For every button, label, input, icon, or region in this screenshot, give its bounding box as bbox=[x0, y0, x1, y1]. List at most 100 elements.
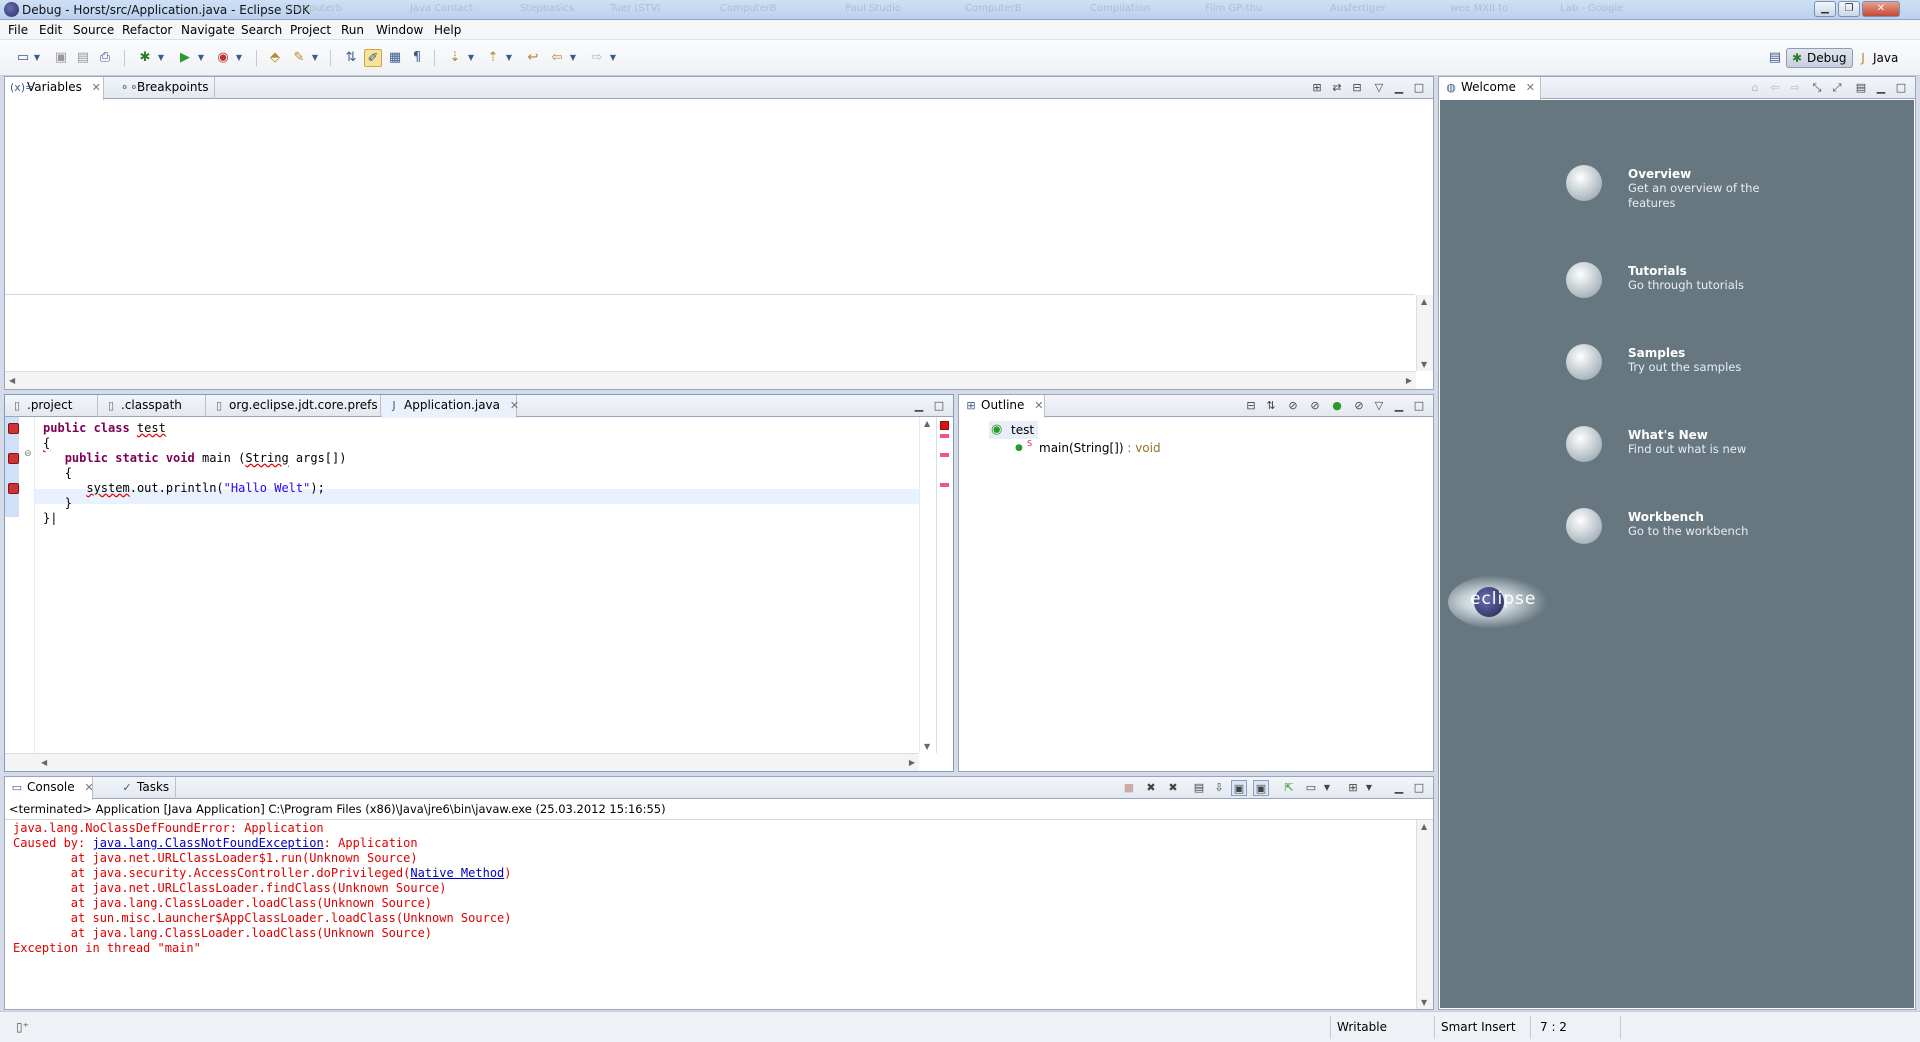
fold-collapse-icon[interactable]: ⊖ bbox=[24, 449, 32, 459]
welcome-overview-link[interactable]: Overview Get an overview of the features bbox=[1628, 167, 1778, 211]
open-perspective-icon[interactable]: ▤ bbox=[1766, 49, 1784, 67]
dropdown-arrow-icon[interactable]: ▼ bbox=[466, 49, 476, 67]
scroll-left-icon[interactable]: ◀ bbox=[41, 758, 47, 767]
minimize-view-icon[interactable]: ▁ bbox=[1391, 398, 1407, 414]
menu-source[interactable]: Source bbox=[73, 23, 114, 37]
run-icon[interactable]: ▶ bbox=[176, 49, 194, 67]
shrink-icon[interactable]: ⤡ bbox=[1809, 80, 1825, 96]
back-icon[interactable]: ⇦ bbox=[548, 49, 566, 67]
globe-icon[interactable] bbox=[1566, 165, 1602, 201]
samples-icon[interactable] bbox=[1566, 344, 1602, 380]
overview-error-mark[interactable] bbox=[940, 453, 949, 457]
menu-project[interactable]: Project bbox=[290, 23, 331, 37]
tab-application-java[interactable]: J Application.java ✕ bbox=[382, 395, 519, 418]
view-menu-icon[interactable]: ▽ bbox=[1371, 80, 1387, 96]
fast-view-icon[interactable]: ▯⁺ bbox=[16, 1020, 29, 1034]
previous-annotation-icon[interactable]: ⇡ bbox=[484, 49, 502, 67]
hide-fields-icon[interactable]: ⊘ bbox=[1285, 398, 1301, 414]
open-console-icon[interactable]: ⊞ bbox=[1345, 780, 1361, 796]
close-tab-icon[interactable]: ✕ bbox=[510, 399, 519, 412]
maximize-view-icon[interactable]: □ bbox=[1411, 780, 1427, 796]
minimize-view-icon[interactable]: ▁ bbox=[911, 398, 927, 414]
workbench-icon[interactable] bbox=[1566, 508, 1602, 544]
dropdown-arrow-icon[interactable]: ▼ bbox=[310, 49, 320, 67]
scroll-up-icon[interactable]: ▲ bbox=[1421, 297, 1427, 306]
perspective-debug[interactable]: ✱ Debug bbox=[1786, 48, 1854, 68]
scroll-right-icon[interactable]: ▶ bbox=[909, 758, 915, 767]
dropdown-arrow-icon[interactable]: ▼ bbox=[196, 49, 206, 67]
maximize-view-icon[interactable]: □ bbox=[1893, 80, 1909, 96]
menu-search[interactable]: Search bbox=[241, 23, 282, 37]
remove-launch-icon[interactable]: ✖ bbox=[1143, 780, 1159, 796]
tab-breakpoints[interactable]: ⚬⚬ Breakpoints bbox=[115, 77, 216, 99]
last-edit-location-icon[interactable]: ↩ bbox=[524, 49, 542, 67]
perspective-java[interactable]: J Java bbox=[1852, 48, 1905, 68]
block-selection-icon[interactable]: ▦ bbox=[386, 49, 404, 67]
display-selected-console-icon[interactable]: ▭ bbox=[1303, 780, 1319, 796]
save-all-icon[interactable]: ▤ bbox=[74, 49, 92, 67]
save-icon[interactable]: ▣ bbox=[52, 49, 70, 67]
source-code[interactable]: public class test{ public static void ma… bbox=[43, 421, 346, 526]
scroll-down-icon[interactable]: ▼ bbox=[1421, 998, 1427, 1007]
clear-console-icon[interactable]: ▤ bbox=[1191, 780, 1207, 796]
tab-outline[interactable]: ⊞ Outline ✕ bbox=[959, 395, 1045, 418]
menu-run[interactable]: Run bbox=[341, 23, 364, 37]
forward-icon[interactable]: ⇨ bbox=[1787, 80, 1803, 96]
scroll-down-icon[interactable]: ▼ bbox=[924, 742, 930, 751]
welcome-tutorials-link[interactable]: Tutorials Go through tutorials bbox=[1628, 264, 1778, 293]
maximize-view-icon[interactable]: □ bbox=[1411, 398, 1427, 414]
editor-gutter[interactable]: ⊖ bbox=[5, 417, 35, 753]
welcome-workbench-link[interactable]: Workbench Go to the workbench bbox=[1628, 510, 1778, 539]
editor-vertical-scrollbar[interactable]: ▲ ▼ bbox=[919, 417, 936, 753]
error-marker-icon[interactable] bbox=[8, 453, 19, 464]
sort-icon[interactable]: ⇅ bbox=[1263, 398, 1279, 414]
menu-file[interactable]: File bbox=[8, 23, 28, 37]
variables-horizontal-scrollbar[interactable]: ◀ ▶ bbox=[5, 371, 1416, 389]
scroll-lock-icon[interactable]: ⇩ bbox=[1211, 780, 1227, 796]
console-stacktrace-link[interactable]: java.lang.ClassNotFoundException bbox=[92, 836, 323, 850]
outline-method-node[interactable]: ● S main(String[]) : void bbox=[989, 439, 1161, 457]
print-icon[interactable]: ⎙ bbox=[96, 49, 114, 67]
minimize-button[interactable]: ▁ bbox=[1814, 1, 1836, 17]
menu-edit[interactable]: Edit bbox=[39, 23, 62, 37]
scroll-up-icon[interactable]: ▲ bbox=[1421, 822, 1427, 831]
tutorials-icon[interactable] bbox=[1566, 262, 1602, 298]
whats-new-icon[interactable] bbox=[1566, 426, 1602, 462]
tab-prefs-file[interactable]: ▯ org.eclipse.jdt.core.prefs bbox=[207, 395, 381, 417]
menu-refactor[interactable]: Refactor bbox=[122, 23, 172, 37]
error-marker-icon[interactable] bbox=[8, 483, 19, 494]
close-tab-icon[interactable]: ✕ bbox=[92, 81, 101, 94]
dropdown-arrow-icon[interactable]: ▼ bbox=[234, 49, 244, 67]
home-icon[interactable]: ⌂ bbox=[1747, 80, 1763, 96]
scroll-left-icon[interactable]: ◀ bbox=[9, 376, 15, 385]
dropdown-arrow-icon[interactable]: ▼ bbox=[608, 49, 618, 67]
overview-error-mark[interactable] bbox=[940, 434, 949, 438]
view-menu-icon[interactable]: ▽ bbox=[1371, 398, 1387, 414]
open-type-icon[interactable]: ⬘ bbox=[266, 49, 284, 67]
tab-welcome[interactable]: ◍ Welcome ✕ bbox=[1439, 77, 1541, 100]
welcome-samples-link[interactable]: Samples Try out the samples bbox=[1628, 346, 1778, 375]
error-summary-icon[interactable] bbox=[940, 421, 949, 430]
hide-local-types-icon[interactable]: ⊘ bbox=[1351, 398, 1367, 414]
scroll-down-icon[interactable]: ▼ bbox=[1421, 360, 1427, 369]
tab-variables[interactable]: (x)= Variables ✕ bbox=[5, 77, 104, 100]
console-stacktrace-link[interactable]: Native Method bbox=[410, 866, 504, 880]
external-tools-icon[interactable]: ◉ bbox=[214, 49, 232, 67]
show-on-stderr-icon[interactable]: ▣ bbox=[1253, 780, 1269, 796]
show-logical-structure-icon[interactable]: ⇄ bbox=[1329, 80, 1345, 96]
overview-ruler[interactable] bbox=[936, 417, 953, 753]
minimize-view-icon[interactable]: ▁ bbox=[1873, 80, 1889, 96]
editor-horizontal-scrollbar[interactable]: ◀ ▶ bbox=[5, 753, 919, 771]
forward-icon[interactable]: ⇨ bbox=[588, 49, 606, 67]
welcome-whats-new-link[interactable]: What's New Find out what is new bbox=[1628, 428, 1778, 457]
collapse-all-icon[interactable]: ⊟ bbox=[1349, 80, 1365, 96]
maximize-view-icon[interactable]: □ bbox=[1411, 80, 1427, 96]
console-output[interactable]: java.lang.NoClassDefFoundError: Applicat… bbox=[13, 821, 512, 956]
minimize-view-icon[interactable]: ▁ bbox=[1391, 80, 1407, 96]
maximize-button[interactable]: ❐ bbox=[1838, 1, 1860, 17]
show-on-stdout-icon[interactable]: ▣ bbox=[1231, 780, 1247, 796]
hide-static-icon[interactable]: ⊘ bbox=[1307, 398, 1323, 414]
error-marker-icon[interactable] bbox=[8, 423, 19, 434]
dropdown-arrow-icon[interactable]: ▼ bbox=[504, 49, 514, 67]
terminate-icon[interactable]: ■ bbox=[1121, 780, 1137, 796]
